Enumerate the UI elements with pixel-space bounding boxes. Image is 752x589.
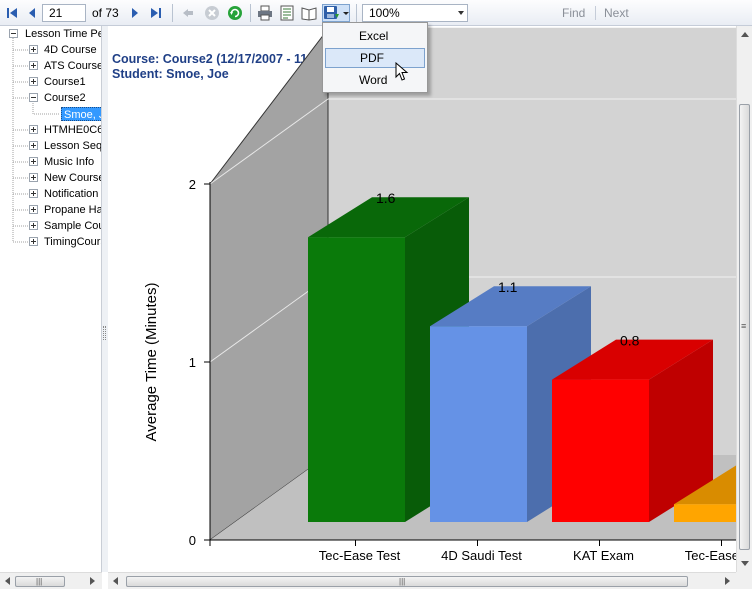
bar-data-label: 0.8	[620, 333, 640, 349]
export-option-word[interactable]: Word	[325, 70, 425, 90]
expand-icon[interactable]	[29, 189, 38, 198]
x-tick-label: 4D Saudi Test	[441, 548, 522, 563]
scroll-right-icon[interactable]	[90, 577, 95, 585]
tree-node-item[interactable]: ATS Course	[44, 59, 101, 73]
chevron-down-icon	[458, 11, 464, 15]
last-page-icon[interactable]	[148, 4, 164, 22]
y-tick-label: 2	[189, 177, 196, 192]
first-page-icon[interactable]	[4, 4, 20, 22]
tree-root[interactable]: Lesson Time Pe	[25, 27, 101, 41]
tree-node-item[interactable]: New Course	[44, 171, 101, 185]
export-dropdown-menu: Excel PDF Word	[322, 22, 428, 93]
stop-icon[interactable]	[203, 4, 221, 22]
zoom-select[interactable]: 100%	[362, 4, 468, 22]
print-icon[interactable]	[256, 4, 274, 22]
print-layout-icon[interactable]	[278, 4, 296, 22]
expand-icon[interactable]	[29, 157, 38, 166]
bar	[674, 504, 736, 522]
expand-icon[interactable]	[29, 77, 38, 86]
previous-page-icon[interactable]	[24, 4, 40, 22]
export-option-pdf[interactable]: PDF	[325, 48, 425, 68]
expand-icon[interactable]	[29, 61, 38, 70]
x-tick-label: Tec-Ease Test	[685, 548, 736, 563]
tree-node-item[interactable]: Course2	[44, 91, 86, 105]
scroll-left-icon[interactable]	[5, 577, 10, 585]
tree-horizontal-scrollbar[interactable]: |||	[0, 572, 102, 589]
page-number-input[interactable]	[42, 4, 86, 22]
grip-icon: ≡	[741, 321, 747, 331]
scrollbar-corner	[736, 572, 752, 589]
scroll-right-icon[interactable]	[725, 577, 730, 585]
scroll-down-icon[interactable]	[741, 561, 749, 566]
expand-icon[interactable]	[29, 237, 38, 246]
bar	[308, 237, 405, 522]
scroll-up-icon[interactable]	[741, 32, 749, 37]
bar	[430, 326, 527, 522]
tree-horizontal-thumb[interactable]: |||	[15, 576, 65, 587]
find-link[interactable]: Find	[562, 6, 585, 20]
report-viewport: Course: Course2 (12/17/2007 - 11/1 Stude…	[108, 26, 736, 572]
vertical-scroll-thumb[interactable]: ≡	[739, 104, 750, 550]
expand-icon[interactable]	[29, 141, 38, 150]
tree-node-item[interactable]: 4D Course	[44, 43, 97, 57]
tree-node-item[interactable]: Sample Cou	[44, 219, 101, 233]
mouse-cursor-icon	[395, 62, 409, 81]
toolbar-separator	[250, 4, 251, 22]
bar-data-label: 1.6	[376, 190, 396, 206]
report-horizontal-scrollbar[interactable]: |||	[108, 572, 736, 589]
expand-icon[interactable]	[29, 125, 38, 134]
next-link[interactable]: Next	[604, 6, 629, 20]
tree-node-item[interactable]: TimingCours	[44, 235, 101, 249]
tree-node-item[interactable]: Lesson Sequ	[44, 139, 101, 153]
splitter-grip[interactable]	[103, 326, 106, 340]
export-option-excel[interactable]: Excel	[325, 26, 425, 46]
expand-icon[interactable]	[29, 173, 38, 182]
x-tick-label: KAT Exam	[573, 548, 634, 563]
tree-node-item[interactable]: Course1	[44, 75, 86, 89]
find-separator	[595, 6, 596, 20]
toolbar-separator	[172, 4, 173, 22]
expand-icon[interactable]	[29, 221, 38, 230]
bar	[552, 379, 649, 522]
vertical-scrollbar[interactable]: ≡	[736, 26, 752, 572]
grip-icon: |||	[36, 577, 43, 586]
tree-node-item[interactable]: Music Info	[44, 155, 94, 169]
grip-icon: |||	[399, 577, 406, 586]
scroll-left-icon[interactable]	[113, 577, 118, 585]
expand-icon[interactable]	[29, 205, 38, 214]
next-page-icon[interactable]	[128, 4, 142, 22]
page-count-label: of 73	[92, 6, 119, 20]
zoom-value: 100%	[369, 6, 400, 20]
bar-chart: 0 1 2 Average Time (Minutes) 1.6 Tec-Ease Tes…	[143, 27, 736, 563]
tree-leaf-item[interactable]: Smoe, J	[61, 107, 101, 121]
tree-node-item[interactable]: Notification C	[44, 187, 101, 201]
document-map-tree: Lesson Time Pe 4D Course ATS Course Course…	[0, 26, 102, 572]
tree-node-item[interactable]: Propane Ha	[44, 203, 101, 217]
toolbar-separator	[356, 4, 357, 22]
y-tick-label: 0	[189, 533, 196, 548]
report-horizontal-thumb[interactable]: |||	[126, 576, 688, 587]
expand-icon[interactable]	[29, 45, 38, 54]
tree-node-item[interactable]: HTMHE0C6	[44, 123, 101, 137]
y-tick-label: 1	[189, 355, 196, 370]
collapse-icon[interactable]	[29, 93, 38, 102]
collapse-icon[interactable]	[9, 29, 18, 38]
export-button[interactable]	[322, 4, 350, 22]
bar-data-label: 1.1	[498, 279, 518, 295]
back-icon[interactable]	[180, 4, 196, 22]
x-tick-label: Tec-Ease Test	[319, 548, 401, 563]
refresh-icon[interactable]	[226, 4, 244, 22]
page-setup-icon[interactable]	[300, 4, 318, 22]
y-axis-label: Average Time (Minutes)	[143, 283, 160, 442]
